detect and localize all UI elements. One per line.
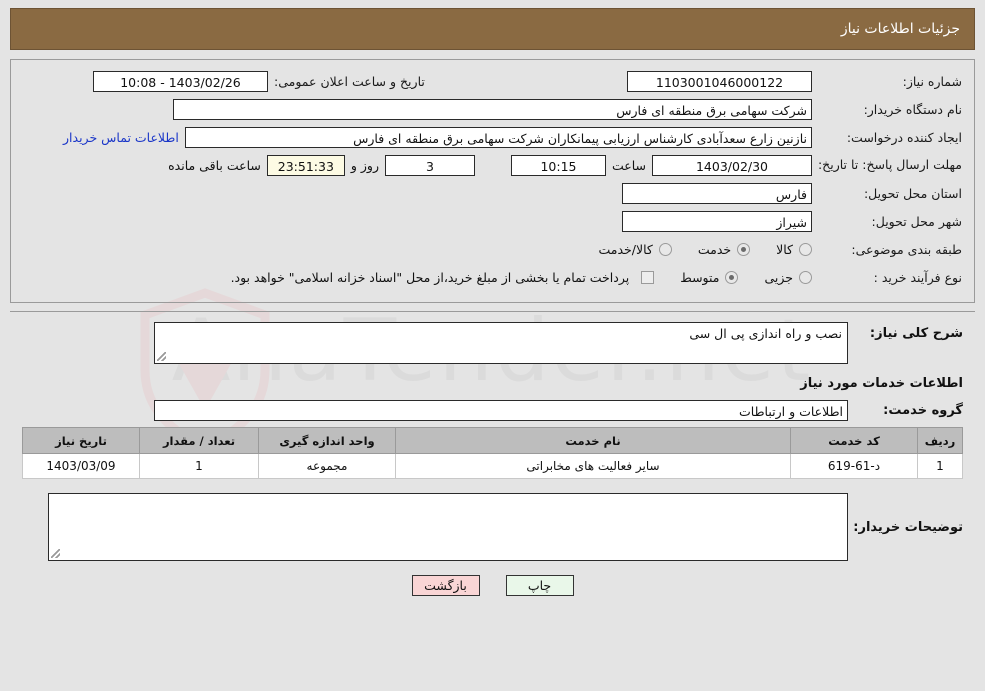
col-unit: واحد اندازه گیری — [258, 427, 396, 454]
announce-value: 1403/02/26 - 10:08 — [93, 70, 268, 92]
row-service-group: گروه خدمت: اطلاعات و ارتباطات — [22, 399, 963, 421]
buyer-comments-textarea[interactable] — [48, 493, 848, 561]
services-table: ردیف کد خدمت نام خدمت واحد اندازه گیری ت… — [22, 427, 963, 479]
city-value: شیراز — [622, 210, 812, 232]
need-number-label: شماره نیاز: — [902, 73, 962, 89]
remaining-days-label: روز و — [350, 157, 379, 173]
treasury-checkbox[interactable] — [641, 270, 655, 284]
radio-service-icon[interactable] — [737, 242, 751, 256]
description-textarea[interactable]: نصب و راه اندازی پی ال سی — [154, 322, 848, 364]
services-section-title: اطلاعات خدمات مورد نیاز — [800, 376, 963, 391]
buyer-org-label: نام دستگاه خریدار: — [863, 101, 962, 117]
radio-category-goods[interactable]: کالا — [776, 242, 812, 257]
need-details-panel: شماره نیاز: 1103001046000122 تاریخ و ساع… — [10, 59, 975, 303]
table-row: 1 د-61-619 سایر فعالیت های مخابراتی مجمو… — [22, 453, 963, 479]
cell-need-date: 1403/03/09 — [22, 453, 140, 479]
lower-section: شرح کلی نیاز: نصب و راه اندازی پی ال سی … — [10, 312, 975, 596]
radio-process-medium[interactable]: متوسط — [680, 269, 739, 285]
row-deadline: مهلت ارسال پاسخ: تا تاریخ: 1403/02/30 سا… — [23, 154, 962, 176]
page-title: جزئیات اطلاعات نیاز — [840, 21, 960, 37]
cell-code: د-61-619 — [790, 453, 918, 479]
row-city: شهر محل تحویل: شیراز — [23, 210, 962, 232]
footer-actions: چاپ بازگشت — [22, 575, 963, 596]
back-button[interactable]: بازگشت — [411, 575, 480, 596]
deadline-hour: 10:15 — [510, 154, 606, 176]
cell-index: 1 — [917, 453, 963, 479]
radio-category-goods-service[interactable]: کالا/خدمت — [598, 241, 672, 257]
remaining-time-label: ساعت باقی مانده — [168, 157, 261, 173]
row-buyer-comments: توضیحات خریدار: — [22, 493, 963, 561]
province-value: فارس — [622, 182, 812, 204]
description-label: شرح کلی نیاز: — [869, 326, 963, 341]
radio-goods-icon[interactable] — [799, 242, 812, 256]
row-request-creator: ایجاد کننده درخواست: نازنین زارع سعدآباد… — [23, 126, 962, 148]
col-name: نام خدمت — [395, 427, 791, 454]
buyer-contact-link[interactable]: اطلاعات تماس خریدار — [63, 130, 179, 145]
deadline-hour-label: ساعت — [611, 157, 646, 173]
row-province: استان محل تحویل: فارس — [23, 182, 962, 204]
col-code: کد خدمت — [790, 427, 918, 454]
radio-process-medium-label: متوسط — [680, 269, 720, 285]
announce-label: تاریخ و ساعت اعلان عمومی: — [274, 73, 425, 89]
col-quantity: تعداد / مقدار — [139, 427, 259, 454]
col-need-date: تاریخ نیاز — [22, 427, 140, 454]
cell-name: سایر فعالیت های مخابراتی — [395, 453, 791, 479]
radio-category-goods-service-label: کالا/خدمت — [598, 241, 653, 257]
service-group-value: اطلاعات و ارتباطات — [154, 399, 848, 421]
buyer-comments-label: توضیحات خریدار: — [853, 519, 963, 535]
radio-process-minor[interactable]: جزیی — [764, 270, 812, 285]
radio-process-minor-label: جزیی — [764, 269, 793, 285]
row-process-type: نوع فرآیند خرید : جزیی متوسط پرداخت تمام… — [23, 266, 962, 288]
radio-medium-icon[interactable] — [725, 270, 739, 284]
process-label: نوع فرآیند خرید : — [873, 269, 962, 285]
page-root: جزئیات اطلاعات نیاز شماره نیاز: 11030010… — [0, 0, 985, 596]
treasury-checkbox-label: پرداخت تمام یا بخشی از مبلغ خرید،از محل … — [230, 269, 630, 285]
need-number-value: 1103001046000122 — [627, 70, 812, 92]
creator-value: نازنین زارع سعدآبادی کارشناس ارزیابی پیم… — [184, 126, 812, 148]
category-label: طبقه بندی موضوعی: — [851, 241, 962, 257]
buyer-org-value: شرکت سهامی برق منطقه ای فارس — [173, 98, 812, 120]
row-category: طبقه بندی موضوعی: کالا خدمت کالا/خدمت — [23, 238, 962, 260]
table-header-row: ردیف کد خدمت نام خدمت واحد اندازه گیری ت… — [22, 427, 963, 454]
service-group-label: گروه خدمت: — [883, 402, 963, 418]
print-button[interactable]: چاپ — [505, 575, 574, 596]
deadline-label: مهلت ارسال پاسخ: تا تاریخ: — [817, 157, 962, 172]
remaining-time: 23:51:33 — [266, 154, 345, 176]
radio-category-service[interactable]: خدمت — [697, 241, 751, 257]
row-need-number: شماره نیاز: 1103001046000122 تاریخ و ساع… — [23, 70, 962, 92]
row-general-description: شرح کلی نیاز: نصب و راه اندازی پی ال سی — [22, 322, 963, 364]
city-label: شهر محل تحویل: — [871, 213, 962, 229]
page-header: جزئیات اطلاعات نیاز — [10, 8, 975, 50]
row-buyer-org: نام دستگاه خریدار: شرکت سهامی برق منطقه … — [23, 98, 962, 120]
radio-goods-service-icon[interactable] — [658, 242, 672, 256]
deadline-date: 1403/02/30 — [652, 154, 812, 176]
radio-category-goods-label: کالا — [776, 241, 793, 257]
remaining-days: 3 — [384, 154, 475, 176]
province-label: استان محل تحویل: — [863, 185, 962, 201]
cell-quantity: 1 — [139, 453, 259, 479]
col-index: ردیف — [917, 427, 963, 454]
creator-label: ایجاد کننده درخواست: — [846, 129, 962, 145]
cell-unit: مجموعه — [258, 453, 396, 479]
radio-minor-icon[interactable] — [799, 270, 812, 284]
radio-category-service-label: خدمت — [697, 241, 732, 257]
